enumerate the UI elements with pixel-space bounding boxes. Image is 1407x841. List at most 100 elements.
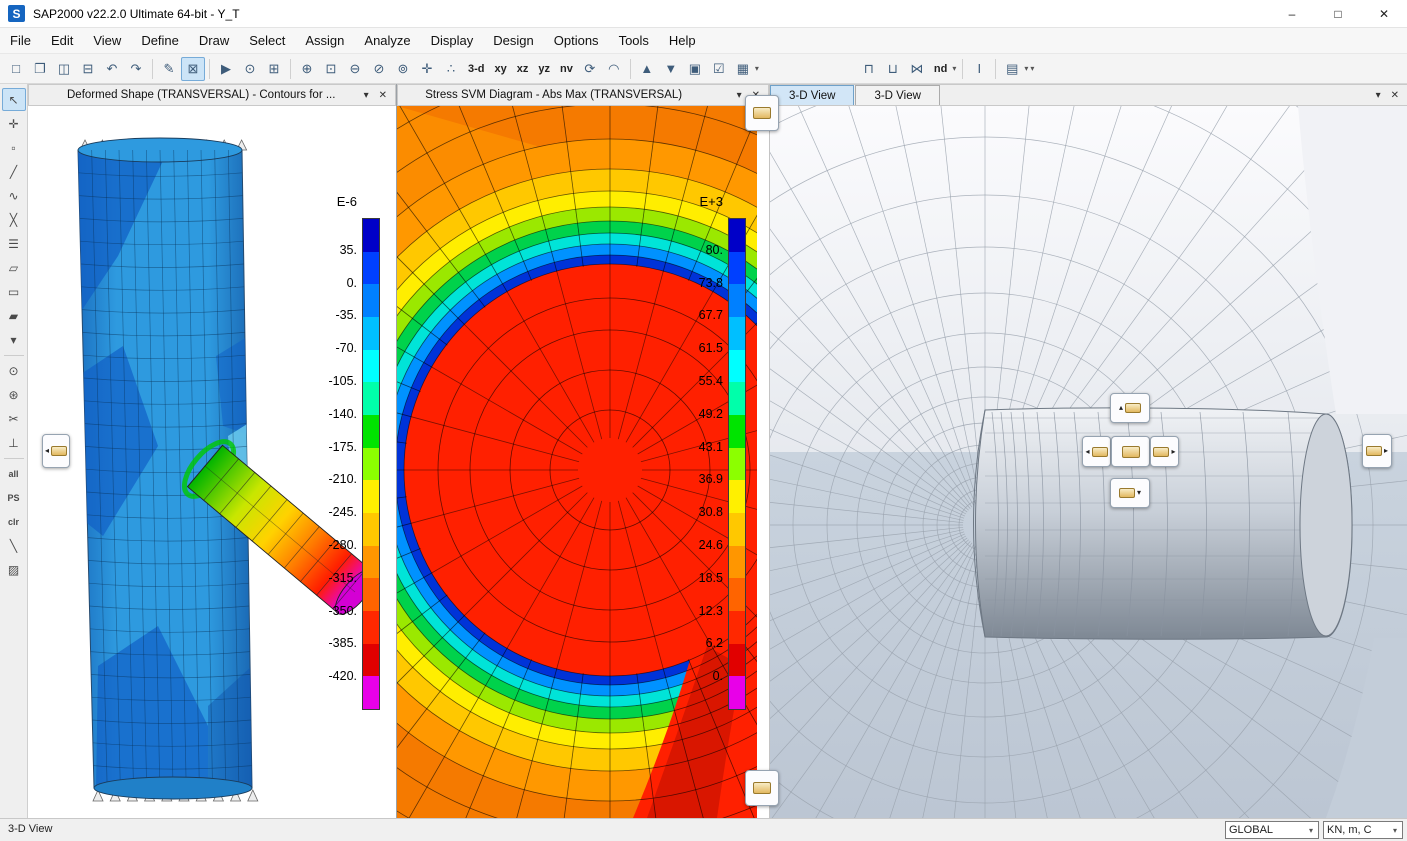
menu-tools[interactable]: Tools (609, 28, 659, 54)
split-view-top-button[interactable] (745, 95, 779, 131)
undo-icon[interactable]: ↶ (100, 57, 124, 81)
snap-options-icon[interactable]: ∴ (439, 57, 463, 81)
area-display-dropdown-icon[interactable]: ▾ (1024, 64, 1028, 73)
menu-display[interactable]: Display (421, 28, 484, 54)
zoom-out-icon[interactable]: ⊖ (343, 57, 367, 81)
save-icon[interactable]: ◫ (52, 57, 76, 81)
section-cut-icon[interactable]: ⋈ (905, 57, 929, 81)
redo-icon[interactable]: ↷ (124, 57, 148, 81)
new-model-icon[interactable]: □ (4, 57, 28, 81)
print-icon[interactable]: ⊟ (76, 57, 100, 81)
move-view-up-icon[interactable]: ▲ (635, 57, 659, 81)
nd-dropdown-icon[interactable]: ▾ (952, 64, 956, 73)
split-view-bottom-button[interactable] (745, 770, 779, 806)
object-shrink-toggle-icon[interactable]: ▣ (683, 57, 707, 81)
snap-to-joints-icon[interactable]: ⊙ (2, 359, 26, 382)
menu-help[interactable]: Help (659, 28, 706, 54)
run-analysis-icon[interactable]: ▶ (214, 57, 238, 81)
stress-panel-header[interactable]: Stress SVM Diagram - Abs Max (TRANSVERSA… (397, 84, 769, 106)
nav-up-button[interactable]: ▴ (1110, 393, 1150, 423)
draw-poly-area-icon[interactable]: ▱ (2, 256, 26, 279)
snap-to-perpendicular-icon[interactable]: ⊥ (2, 431, 26, 454)
select-pointer-icon[interactable]: ↖ (2, 88, 26, 111)
draw-special-joint-icon[interactable]: ▫ (2, 136, 26, 159)
assign-display-icon[interactable]: ▦ (731, 57, 755, 81)
close-button[interactable]: ✕ (1361, 0, 1407, 27)
deselect-group-icon[interactable]: ▨ (2, 558, 26, 581)
panel-close-icon[interactable]: ✕ (1391, 90, 1399, 101)
zoom-in-icon[interactable]: ⊕ (295, 57, 319, 81)
shell-display-icon[interactable]: ⊔ (881, 57, 905, 81)
open-file-icon[interactable]: ❐ (28, 57, 52, 81)
panel-close-icon[interactable]: ✕ (379, 90, 387, 101)
previous-selection-button[interactable]: PS (2, 486, 26, 509)
menu-view[interactable]: View (83, 28, 131, 54)
legend-exponent: E-6 (337, 194, 357, 209)
tab-3d-view-2[interactable]: 3-D View (855, 85, 939, 105)
panel-menu-dropdown-icon[interactable]: ▾ (737, 90, 742, 101)
view-3d-button[interactable]: 3-d (463, 60, 490, 78)
deformed-shape-panel-header[interactable]: Deformed Shape (TRANSVERSAL) - Contours … (28, 84, 396, 106)
menu-define[interactable]: Define (131, 28, 189, 54)
lock-model-icon[interactable]: ⊠ (181, 57, 205, 81)
perspective-toggle-icon[interactable]: ◠ (602, 57, 626, 81)
view-nv-button[interactable]: nv (555, 60, 578, 78)
units-select[interactable]: KN, m, C ▾ (1323, 821, 1403, 839)
nav-down-button[interactable]: ▾ (1110, 478, 1150, 508)
nd-button[interactable]: nd (929, 60, 952, 78)
view-xz-button[interactable]: xz (512, 60, 534, 78)
more-draw-tools-icon[interactable]: ▾ (2, 328, 26, 351)
show-grid-icon[interactable]: ⊞ (262, 57, 286, 81)
minimize-button[interactable]: – (1269, 0, 1315, 27)
view-xy-button[interactable]: xy (490, 60, 512, 78)
expand-right-view-button[interactable]: ▸ (1362, 434, 1392, 468)
quick-draw-frame-icon[interactable]: ∿ (2, 184, 26, 207)
reshape-object-icon[interactable]: ✛ (2, 112, 26, 135)
ibeam-display-icon[interactable]: I (967, 57, 991, 81)
menu-file[interactable]: File (0, 28, 41, 54)
deformed-shape-view[interactable] (28, 106, 396, 818)
coordinate-system-select[interactable]: GLOBAL ▾ (1225, 821, 1319, 839)
refresh-draw-icon[interactable]: ✎ (157, 57, 181, 81)
maximize-button[interactable]: □ (1315, 0, 1361, 27)
menu-assign[interactable]: Assign (295, 28, 354, 54)
intersecting-line-select-icon[interactable]: ╲ (2, 534, 26, 557)
nav-right-button[interactable]: ▸ (1150, 436, 1179, 467)
draw-frame-icon[interactable]: ╱ (2, 160, 26, 183)
select-all-button[interactable]: all (2, 462, 26, 485)
snap-to-midpoints-icon[interactable]: ⊛ (2, 383, 26, 406)
frame-display-icon[interactable]: ⊓ (857, 57, 881, 81)
quick-draw-area-icon[interactable]: ▰ (2, 304, 26, 327)
rotate-3d-view-icon[interactable]: ⟳ (578, 57, 602, 81)
display-options-icon[interactable]: ☑ (707, 57, 731, 81)
legend-value: 30.8 (699, 505, 723, 519)
nav-center-button[interactable] (1111, 436, 1150, 467)
clear-selection-button[interactable]: clr (2, 510, 26, 533)
view-yz-button[interactable]: yz (533, 60, 555, 78)
tab-3d-view-1[interactable]: 3-D View (770, 85, 854, 105)
draw-rect-area-icon[interactable]: ▭ (2, 280, 26, 303)
menu-analyze[interactable]: Analyze (354, 28, 420, 54)
rubber-band-zoom-icon[interactable]: ⊡ (319, 57, 343, 81)
move-view-down-icon[interactable]: ▼ (659, 57, 683, 81)
expand-left-view-button[interactable]: ◂ (42, 434, 70, 468)
previous-zoom-icon[interactable]: ⊘ (367, 57, 391, 81)
panel-menu-dropdown-icon[interactable]: ▾ (1376, 90, 1381, 101)
quick-draw-braces-icon[interactable]: ╳ (2, 208, 26, 231)
quick-draw-secondary-beams-icon[interactable]: ☰ (2, 232, 26, 255)
zoom-full-icon[interactable]: ⊚ (391, 57, 415, 81)
panel-menu-dropdown-icon[interactable]: ▾ (364, 90, 369, 101)
snap-to-intersections-icon[interactable]: ✂ (2, 407, 26, 430)
stress-contour-view[interactable] (397, 106, 757, 818)
pan-icon[interactable]: ✛ (415, 57, 439, 81)
toolbar-overflow-dropdown-icon[interactable]: ▾ (1030, 64, 1034, 73)
area-display-icon[interactable]: ▤ (1000, 57, 1024, 81)
menu-select[interactable]: Select (239, 28, 295, 54)
menu-options[interactable]: Options (544, 28, 609, 54)
run-animation-icon[interactable]: ⊙ (238, 57, 262, 81)
assign-display-dropdown-icon[interactable]: ▾ (755, 64, 759, 73)
menu-design[interactable]: Design (483, 28, 543, 54)
nav-left-button[interactable]: ◂ (1082, 436, 1111, 467)
menu-edit[interactable]: Edit (41, 28, 83, 54)
menu-draw[interactable]: Draw (189, 28, 239, 54)
